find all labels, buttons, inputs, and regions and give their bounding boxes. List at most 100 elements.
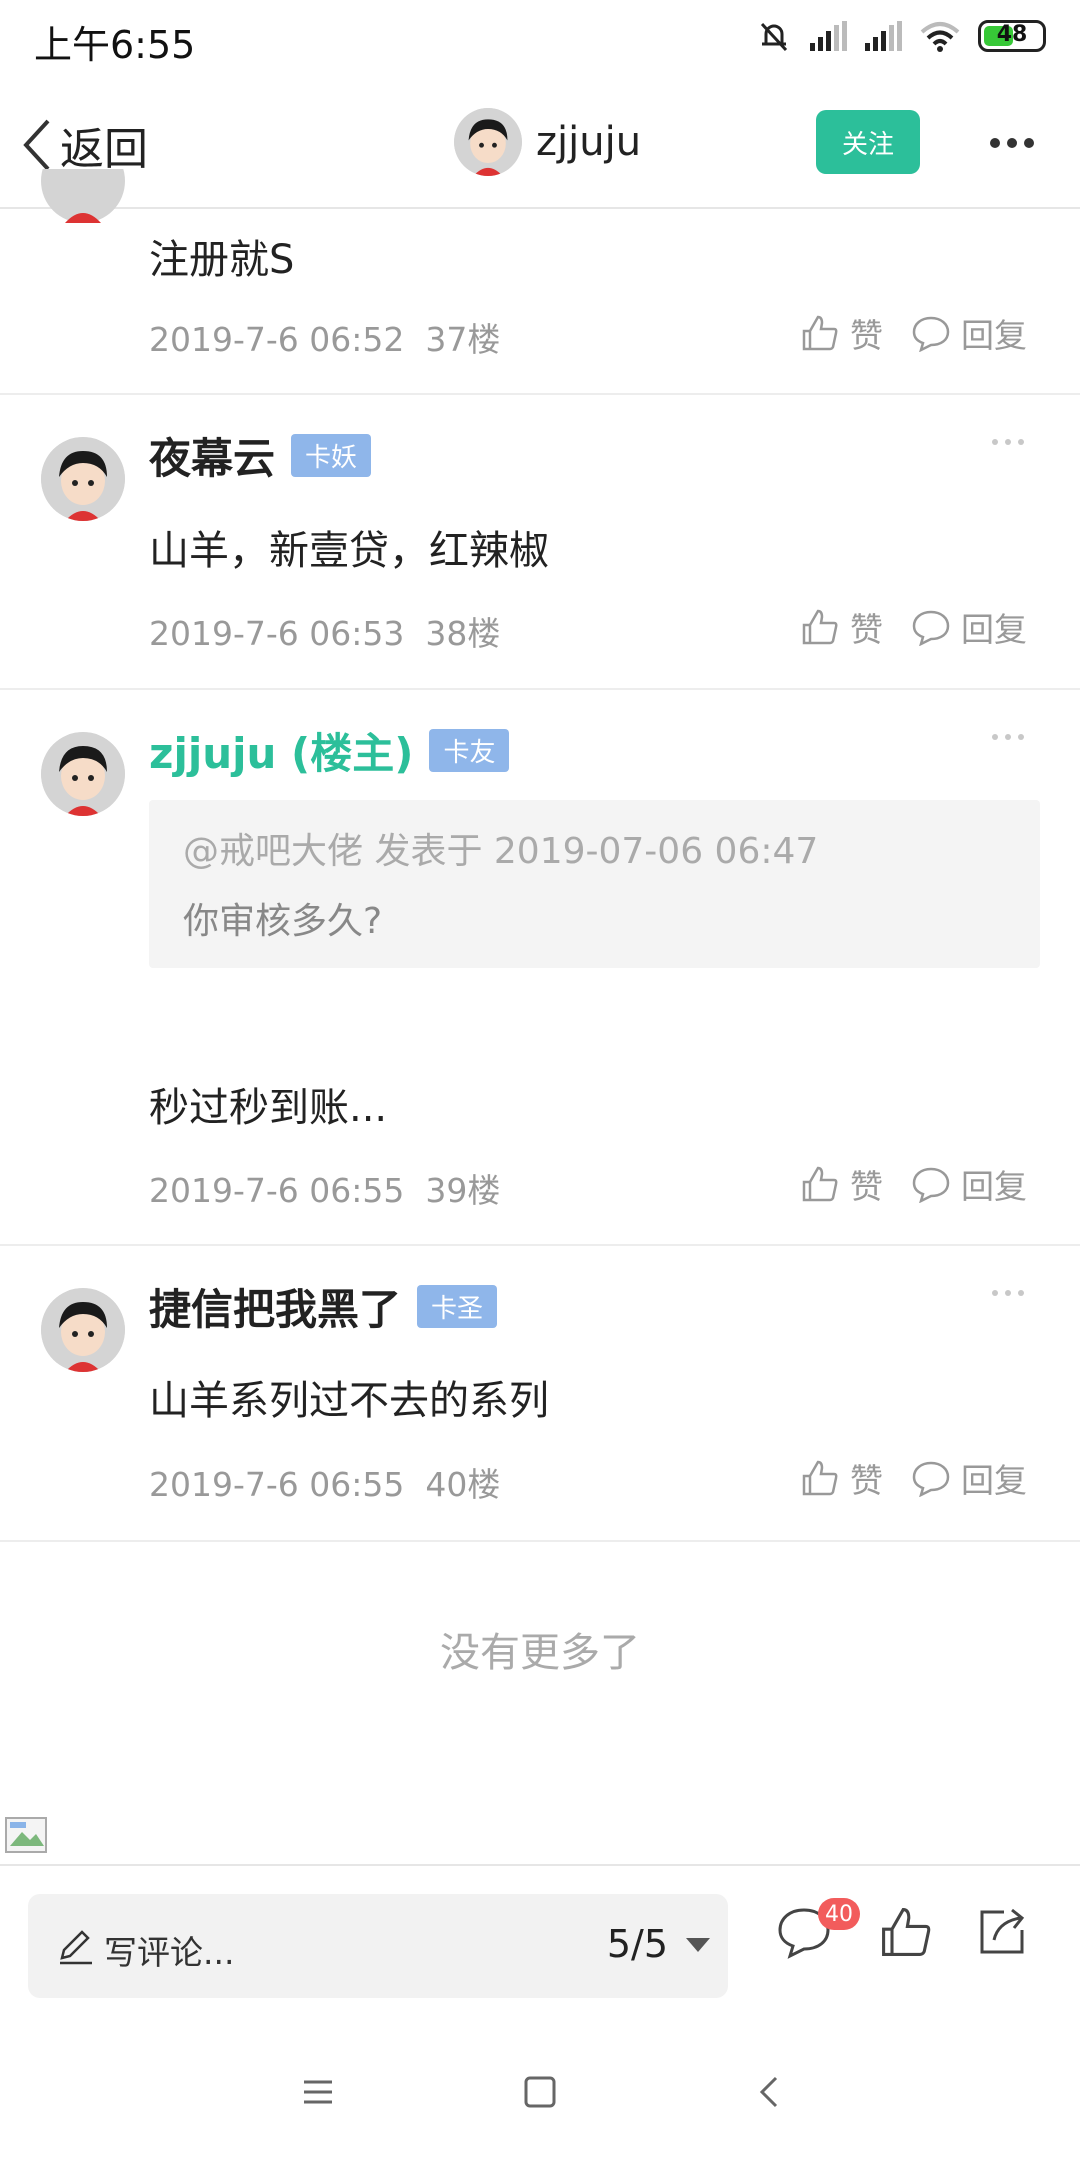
reply-bubble-icon <box>912 610 950 646</box>
battery-indicator: 48 <box>978 20 1046 52</box>
status-bar: 上午6:55 48 <box>0 0 1080 78</box>
post-username[interactable]: zjjuju (楼主) 卡友 <box>149 720 510 781</box>
reply-bubble-icon <box>912 1167 950 1203</box>
quote-meta: @戒吧大佬 发表于 2019-07-06 06:47 <box>183 831 819 872</box>
post-floor: 38楼 <box>425 614 501 653</box>
username-text: zjjuju (楼主) <box>149 729 414 778</box>
thumb-up-icon <box>802 609 838 645</box>
comment-input[interactable]: 写评论... 5/5 <box>28 1894 728 1998</box>
like-button[interactable]: 赞 <box>800 603 883 651</box>
post-floor: 37楼 <box>425 320 501 359</box>
pencil-icon <box>60 1930 92 1965</box>
post-actions: 赞 回复 <box>800 1454 1027 1502</box>
post-actions: 赞 回复 <box>800 1160 1027 1208</box>
back-label: 返回 <box>60 124 148 175</box>
quote-text: 你审核多久? <box>183 901 383 942</box>
post-floor: 39楼 <box>425 1171 501 1210</box>
like-label: 赞 <box>850 1167 883 1206</box>
status-time: 上午6:55 <box>34 23 196 67</box>
post-meta: 2019-7-6 06:55 40楼 <box>149 1458 500 1506</box>
username-text: 捷信把我黑了 <box>149 1285 402 1334</box>
thumb-up-icon <box>802 315 838 351</box>
post-date: 2019-7-6 06:53 <box>149 614 405 653</box>
avatar[interactable] <box>41 732 125 816</box>
post-actions: 赞 回复 <box>800 309 1027 357</box>
page-indicator[interactable]: 5/5 <box>607 1922 668 1966</box>
post-38: 夜幕云 卡妖 山羊，新壹贷，红辣椒 2019-7-6 06:53 38楼 赞 回… <box>0 395 1080 690</box>
reply-button[interactable]: 回复 <box>911 309 1027 357</box>
post-floor: 40楼 <box>425 1465 501 1504</box>
reply-label: 回复 <box>961 610 1027 649</box>
thumb-up-icon <box>802 1460 838 1496</box>
post-date: 2019-7-6 06:55 <box>149 1465 405 1504</box>
post-username[interactable]: 夜幕云 卡妖 <box>149 425 372 486</box>
post-username[interactable]: 捷信把我黑了 卡圣 <box>149 1276 498 1337</box>
like-button[interactable]: 赞 <box>800 309 883 357</box>
reply-label: 回复 <box>961 316 1027 355</box>
quote-block[interactable]: @戒吧大佬 发表于 2019-07-06 06:47 你审核多久? <box>149 800 1040 968</box>
post-37: 注册就S 2019-7-6 06:52 37楼 赞 回复 <box>0 169 1080 395</box>
reply-label: 回复 <box>961 1461 1027 1500</box>
thumb-up-icon[interactable] <box>878 1904 934 1960</box>
reply-label: 回复 <box>961 1167 1027 1206</box>
user-badge: 卡友 <box>429 729 510 772</box>
post-content: 山羊，新壹贷，红辣椒 <box>149 528 549 574</box>
system-nav-bar <box>0 2030 1080 2160</box>
post-39: zjjuju (楼主) 卡友 @戒吧大佬 发表于 2019-07-06 06:4… <box>0 690 1080 1246</box>
header: 返回 zjjuju 关注 <box>0 78 1080 209</box>
mute-bell-icon <box>760 22 788 52</box>
like-button[interactable]: 赞 <box>800 1454 883 1502</box>
broken-image-icon <box>5 1817 47 1853</box>
bottom-bar: 写评论... 5/5 40 <box>0 1864 1080 2030</box>
reply-button[interactable]: 回复 <box>911 603 1027 651</box>
reply-button[interactable]: 回复 <box>911 1160 1027 1208</box>
home-icon[interactable] <box>522 2074 558 2110</box>
post-actions: 赞 回复 <box>800 603 1027 651</box>
signal-2-icon <box>865 21 902 51</box>
like-button[interactable]: 赞 <box>800 1160 883 1208</box>
menu-icon[interactable] <box>300 2074 336 2110</box>
more-icon[interactable] <box>990 138 1034 148</box>
reply-button[interactable]: 回复 <box>911 1454 1027 1502</box>
wifi-icon <box>920 22 960 52</box>
post-more-icon[interactable] <box>992 734 1024 740</box>
post-content: 秒过秒到账... <box>149 1085 388 1131</box>
like-label: 赞 <box>850 316 883 355</box>
post-content: 注册就S <box>149 237 295 283</box>
post-40: 捷信把我黑了 卡圣 山羊系列过不去的系列 2019-7-6 06:55 40楼 … <box>0 1246 1080 1542</box>
post-more-icon[interactable] <box>992 439 1024 445</box>
post-more-icon[interactable] <box>992 1290 1024 1296</box>
chevron-down-icon[interactable] <box>686 1938 710 1952</box>
post-date: 2019-7-6 06:52 <box>149 320 405 359</box>
status-icons: 48 <box>756 18 1046 54</box>
comment-placeholder: 写评论... <box>104 1933 235 1972</box>
post-meta: 2019-7-6 06:53 38楼 <box>149 607 500 655</box>
reply-bubble-icon <box>912 1461 950 1497</box>
thumb-up-icon <box>802 1166 838 1202</box>
user-badge: 卡圣 <box>417 1285 498 1328</box>
share-icon[interactable] <box>974 1904 1030 1960</box>
user-badge: 卡妖 <box>291 434 372 477</box>
like-label: 赞 <box>850 610 883 649</box>
no-more-text: 没有更多了 <box>440 1630 640 1676</box>
avatar[interactable] <box>41 1288 125 1372</box>
post-meta: 2019-7-6 06:52 37楼 <box>149 313 500 361</box>
avatar <box>454 108 522 176</box>
battery-level: 48 <box>996 22 1028 47</box>
signal-1-icon <box>810 21 847 51</box>
post-meta: 2019-7-6 06:55 39楼 <box>149 1164 500 1212</box>
like-label: 赞 <box>850 1461 883 1500</box>
back-button[interactable]: 返回 <box>20 113 148 177</box>
partial-avatar <box>41 169 125 223</box>
back-nav-icon[interactable] <box>752 2074 788 2110</box>
thread-author[interactable]: zjjuju <box>454 108 641 176</box>
follow-button[interactable]: 关注 <box>816 110 920 174</box>
avatar[interactable] <box>41 437 125 521</box>
post-content: 山羊系列过不去的系列 <box>149 1378 549 1424</box>
post-date: 2019-7-6 06:55 <box>149 1171 405 1210</box>
comment-count-badge: 40 <box>818 1898 860 1930</box>
username-text: 夜幕云 <box>149 434 276 483</box>
back-icon <box>23 119 50 171</box>
header-username: zjjuju <box>536 119 642 165</box>
reply-bubble-icon <box>912 316 950 352</box>
